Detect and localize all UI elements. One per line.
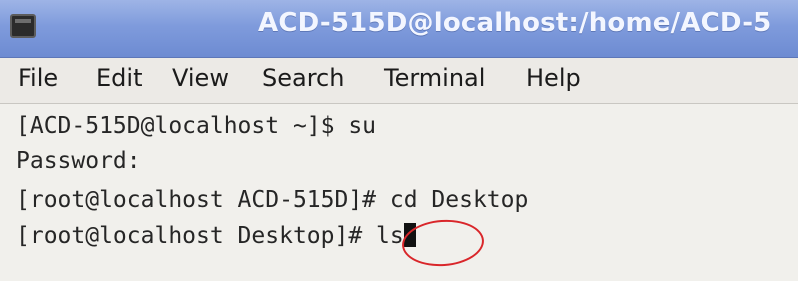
terminal-window: ACD-515D@localhost:/home/ACD-5 File Edit… bbox=[0, 0, 798, 281]
menu-view[interactable]: View bbox=[172, 64, 229, 92]
menu-file[interactable]: File bbox=[18, 64, 58, 92]
terminal-icon bbox=[10, 14, 36, 38]
prompt: [root@localhost Desktop]# bbox=[16, 223, 377, 249]
window-title: ACD-515D@localhost:/home/ACD-5 bbox=[258, 8, 772, 38]
terminal-line: Password: bbox=[16, 148, 141, 174]
menu-help[interactable]: Help bbox=[526, 64, 581, 92]
title-bar[interactable]: ACD-515D@localhost:/home/ACD-5 bbox=[0, 0, 798, 58]
terminal-line: [root@localhost ACD-515D]# cd Desktop bbox=[16, 187, 529, 213]
terminal-line: [ACD-515D@localhost ~]$ su bbox=[16, 113, 377, 139]
menu-terminal[interactable]: Terminal bbox=[384, 64, 485, 92]
terminal-output[interactable]: [ACD-515D@localhost ~]$ su Password: [ro… bbox=[0, 104, 798, 281]
menu-search[interactable]: Search bbox=[262, 64, 344, 92]
menu-bar: File Edit View Search Terminal Help bbox=[0, 58, 798, 104]
terminal-prompt-line: [root@localhost Desktop]# ls bbox=[16, 222, 416, 250]
menu-edit[interactable]: Edit bbox=[96, 64, 142, 92]
command-input[interactable]: ls bbox=[376, 223, 404, 249]
